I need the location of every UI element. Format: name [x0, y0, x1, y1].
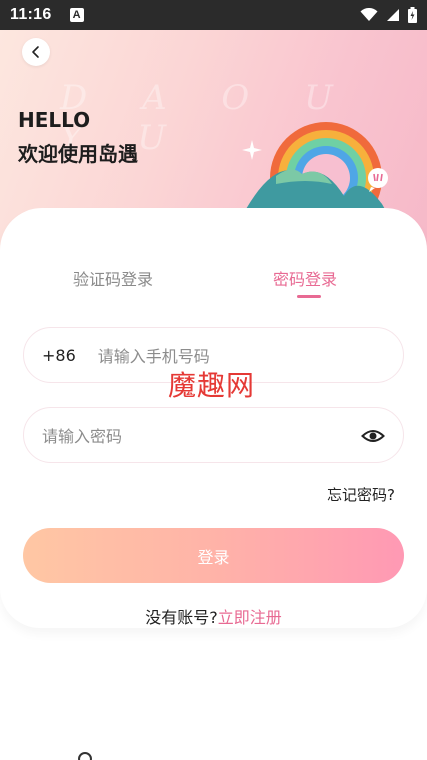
- site-watermark: 魔趣网: [168, 369, 256, 402]
- password-field[interactable]: 请输入密码: [23, 407, 404, 463]
- country-code[interactable]: +86: [42, 346, 76, 365]
- battery-icon: [408, 7, 417, 23]
- wifi-icon: [360, 8, 378, 21]
- home-indicator-icon: [78, 752, 92, 760]
- status-bar: 11:16 A: [0, 0, 427, 30]
- register-prompt-text: 没有账号?: [145, 608, 218, 627]
- tab-sms-login[interactable]: 验证码登录: [73, 266, 153, 290]
- tab-password-login[interactable]: 密码登录: [273, 266, 337, 290]
- hello-title: HELLO: [18, 108, 91, 132]
- status-time: 11:16: [10, 6, 52, 23]
- notification-icon: A: [69, 8, 84, 22]
- active-tab-indicator: [297, 295, 321, 298]
- signal-icon: [387, 9, 399, 21]
- login-tabs: 验证码登录 密码登录: [0, 266, 427, 306]
- chevron-left-icon: [32, 46, 39, 58]
- register-prompt: 没有账号?立即注册: [0, 604, 427, 628]
- back-button[interactable]: [22, 38, 50, 66]
- register-link[interactable]: 立即注册: [218, 608, 282, 627]
- sparkle-icon: [242, 140, 262, 160]
- eye-icon[interactable]: [361, 424, 385, 448]
- login-button[interactable]: 登录: [23, 528, 404, 583]
- forgot-password-link[interactable]: 忘记密码?: [327, 484, 395, 505]
- password-input[interactable]: 请输入密码: [42, 423, 122, 447]
- status-icons: [360, 7, 417, 23]
- welcome-title: 欢迎使用岛遇: [18, 142, 138, 166]
